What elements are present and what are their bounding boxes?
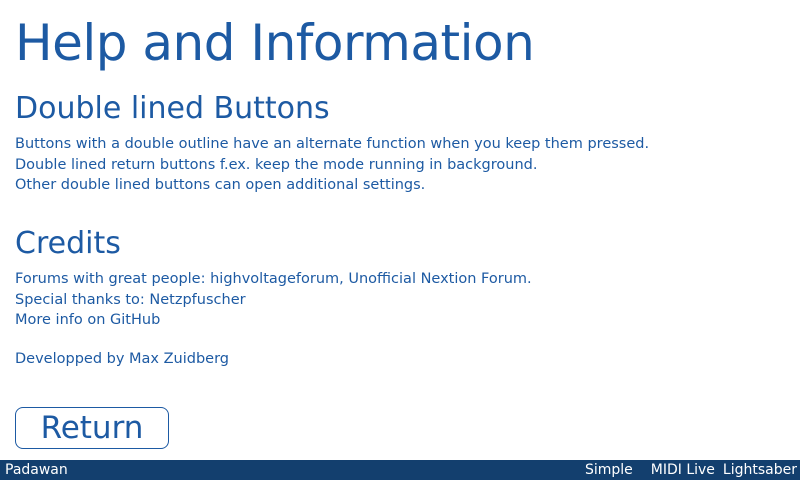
credits-line: Special thanks to: Netzpfuscher [15, 291, 246, 308]
status-mode-list: Simple MIDI Live Lightsaber [567, 460, 797, 480]
developer-credit: Developped by Max Zuidberg [15, 351, 230, 367]
credits-line: More info on GitHub [15, 312, 161, 328]
description-line: Other double lined buttons can open addi… [15, 177, 426, 193]
double-lined-buttons-description: Buttons with a double outline have an al… [15, 134, 649, 196]
status-mode-simple[interactable]: Simple [585, 460, 633, 480]
credits-line: Forums with great people: highvoltagefor… [15, 271, 532, 287]
description-line: Double lined return buttons f.ex. keep t… [15, 156, 538, 173]
double-lined-buttons-heading: Double lined Buttons [15, 91, 330, 126]
status-mode-lightsaber[interactable]: Lightsaber [723, 460, 797, 480]
page-title: Help and Information [15, 14, 535, 72]
status-bar: Padawan Simple MIDI Live Lightsaber [0, 460, 800, 480]
status-mode-padawan[interactable]: Padawan [5, 460, 68, 480]
status-mode-midi-live[interactable]: MIDI Live [651, 460, 715, 480]
credits-text: Forums with great people: highvoltagefor… [15, 269, 532, 331]
credits-heading: Credits [15, 226, 121, 261]
description-line: Buttons with a double outline have an al… [15, 136, 650, 152]
return-button[interactable]: Return [15, 407, 169, 449]
